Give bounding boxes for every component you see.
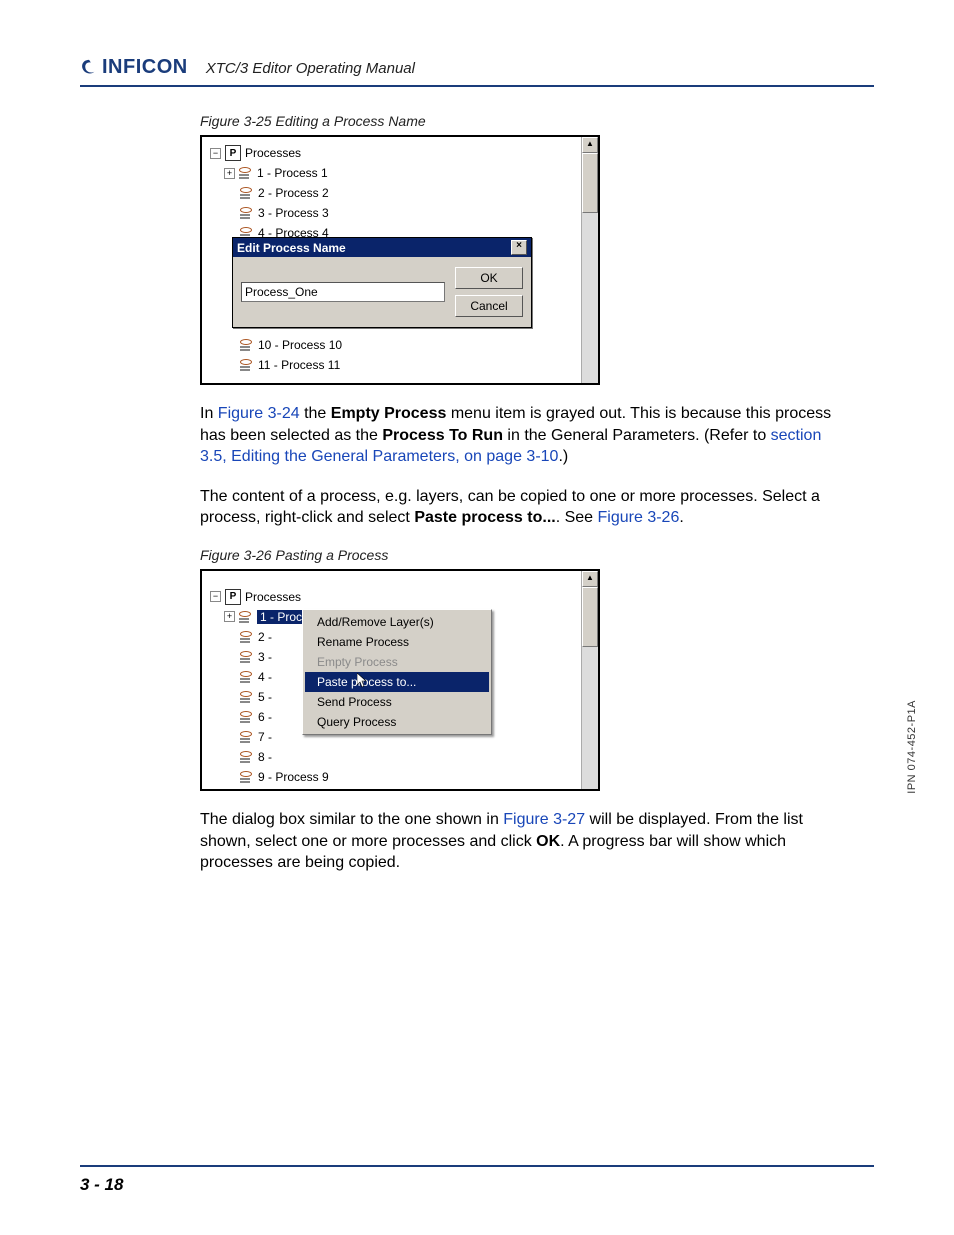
tree-item[interactable]: 6 - <box>258 710 272 724</box>
menu-paste-process-to[interactable]: Paste process to... <box>305 672 489 692</box>
process-icon <box>240 751 254 763</box>
paragraph-1: In Figure 3-24 the Empty Process menu it… <box>200 403 834 468</box>
brand-text: INFICON <box>102 56 188 79</box>
process-tree-2: − P Processes + 1 - Process_One 2 - 3 - … <box>202 571 581 789</box>
scroll-thumb[interactable] <box>582 587 598 647</box>
scroll-up-icon[interactable]: ▲ <box>582 137 598 153</box>
process-icon <box>239 167 253 179</box>
edit-process-name-dialog: Edit Process Name × OK Cancel <box>232 237 532 328</box>
page-header: INFICON XTC/3 Editor Operating Manual <box>80 56 874 87</box>
processes-folder-icon: P <box>225 589 241 605</box>
process-icon <box>240 631 254 643</box>
tree-root-label[interactable]: Processes <box>245 590 301 604</box>
tree-item[interactable]: 3 - <box>258 650 272 664</box>
process-icon <box>240 651 254 663</box>
logo-swirl-icon <box>80 59 98 77</box>
menu-add-remove-layers[interactable]: Add/Remove Layer(s) <box>305 612 489 632</box>
ipn-label: IPN 074-452-P1A <box>906 700 918 794</box>
link-figure-3-24[interactable]: Figure 3-24 <box>218 405 300 422</box>
process-icon <box>240 359 254 371</box>
cancel-button[interactable]: Cancel <box>455 295 523 317</box>
collapse-icon[interactable]: − <box>210 591 221 602</box>
tree-item[interactable]: 11 - Process 11 <box>258 358 340 372</box>
scrollbar[interactable]: ▲ <box>581 571 598 789</box>
tree-item[interactable]: 5 - <box>258 690 272 704</box>
tree-item[interactable]: 4 - <box>258 670 272 684</box>
process-icon <box>240 187 254 199</box>
process-icon <box>240 671 254 683</box>
brand-logo: INFICON <box>80 56 188 79</box>
menu-rename-process[interactable]: Rename Process <box>305 632 489 652</box>
figure-26-screenshot: − P Processes + 1 - Process_One 2 - 3 - … <box>200 569 600 791</box>
process-icon <box>240 771 254 783</box>
figure-25-caption: Figure 3-25 Editing a Process Name <box>200 113 834 129</box>
expand-icon[interactable]: + <box>224 611 235 622</box>
process-name-input[interactable] <box>241 282 445 302</box>
scroll-thumb[interactable] <box>582 153 598 213</box>
tree-item[interactable]: 7 - <box>258 730 272 744</box>
menu-send-process[interactable]: Send Process <box>305 692 489 712</box>
process-icon <box>240 711 254 723</box>
ok-button[interactable]: OK <box>455 267 523 289</box>
process-icon <box>240 339 254 351</box>
page-footer: 3 - 18 <box>80 1165 874 1195</box>
tree-item[interactable]: 3 - Process 3 <box>258 206 329 220</box>
scroll-up-icon[interactable]: ▲ <box>582 571 598 587</box>
figure-25-screenshot: − P Processes + 1 - Process 1 2 - Proces… <box>200 135 600 385</box>
process-tree: − P Processes + 1 - Process 1 2 - Proces… <box>202 137 581 383</box>
manual-title: XTC/3 Editor Operating Manual <box>206 60 415 79</box>
processes-folder-icon: P <box>225 145 241 161</box>
expand-icon[interactable]: + <box>224 168 235 179</box>
tree-item[interactable]: 1 - Process 1 <box>257 166 328 180</box>
menu-query-process[interactable]: Query Process <box>305 712 489 732</box>
figure-26-caption: Figure 3-26 Pasting a Process <box>200 547 834 563</box>
tree-root-label[interactable]: Processes <box>245 146 301 160</box>
tree-item[interactable]: 8 - <box>258 750 272 764</box>
dialog-title: Edit Process Name <box>237 241 346 255</box>
tree-item[interactable]: 2 - <box>258 630 272 644</box>
tree-item[interactable]: 10 - Process 10 <box>258 338 342 352</box>
menu-empty-process: Empty Process <box>305 652 489 672</box>
context-menu: Add/Remove Layer(s) Rename Process Empty… <box>302 609 492 735</box>
process-icon <box>240 691 254 703</box>
paragraph-3: The dialog box similar to the one shown … <box>200 809 834 874</box>
tree-item[interactable]: 2 - Process 2 <box>258 186 329 200</box>
process-icon <box>240 207 254 219</box>
tree-item[interactable]: 9 - Process 9 <box>258 770 329 784</box>
link-figure-3-26[interactable]: Figure 3-26 <box>598 509 680 526</box>
link-figure-3-27[interactable]: Figure 3-27 <box>503 811 585 828</box>
process-icon <box>240 731 254 743</box>
paragraph-2: The content of a process, e.g. layers, c… <box>200 486 834 529</box>
collapse-icon[interactable]: − <box>210 148 221 159</box>
process-icon <box>239 611 253 623</box>
page-number: 3 - 18 <box>80 1175 123 1194</box>
close-icon[interactable]: × <box>511 240 527 255</box>
scrollbar[interactable]: ▲ <box>581 137 598 383</box>
